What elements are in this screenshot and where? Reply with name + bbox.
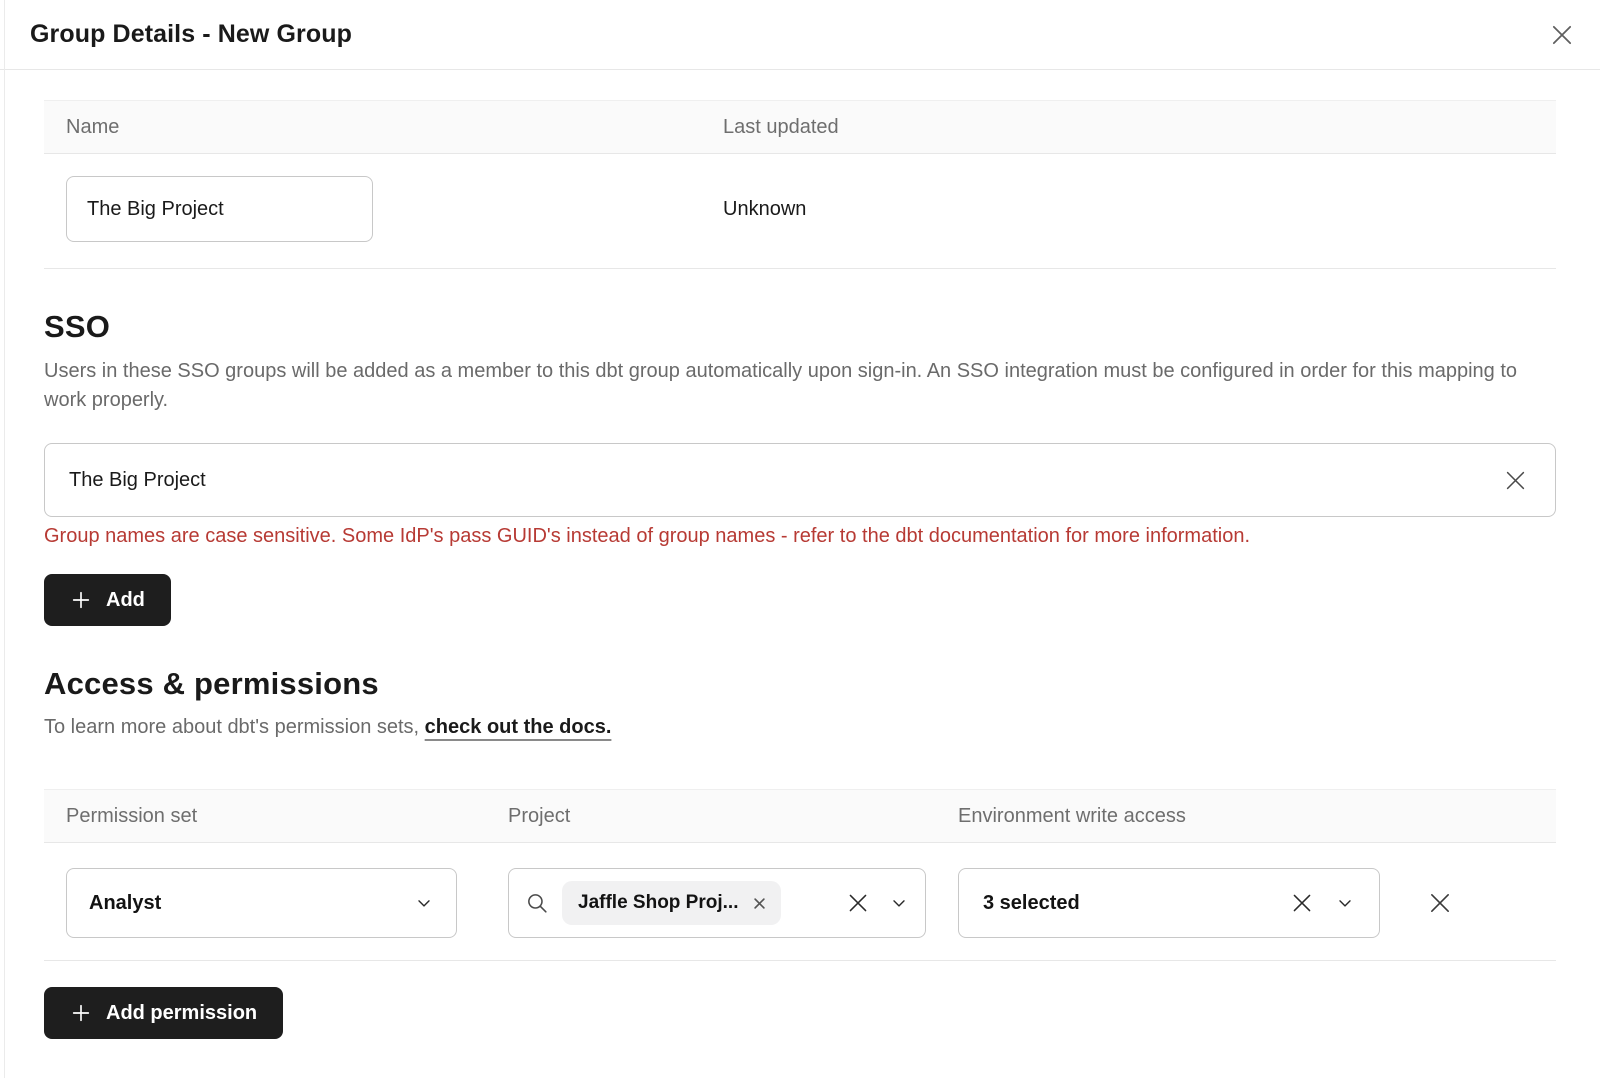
- group-details-modal: Group Details - New Group Name Last upda…: [0, 0, 1600, 1078]
- environment-write-access-value: 3 selected: [983, 892, 1080, 915]
- permissions-description: To learn more about dbt's permission set…: [44, 716, 1556, 739]
- modal-header: Group Details - New Group: [0, 0, 1600, 70]
- add-permission-button-label: Add permission: [106, 1002, 257, 1025]
- project-multiselect[interactable]: Jaffle Shop Proj...: [508, 868, 926, 938]
- last-updated-value: Unknown: [723, 198, 1534, 221]
- section-heading-sso: SSO: [44, 309, 1556, 345]
- modal-content: Name Last updated Unknown SSO Users in t…: [0, 100, 1600, 1039]
- modal-left-border: [4, 0, 5, 1078]
- docs-link[interactable]: check out the docs.: [425, 716, 612, 738]
- group-table-header: Name Last updated: [44, 100, 1556, 154]
- sso-warning-text: Group names are case sensitive. Some IdP…: [44, 525, 1556, 548]
- column-header-last-updated: Last updated: [723, 116, 1534, 139]
- section-heading-access-permissions: Access & permissions: [44, 666, 1556, 702]
- permissions-description-prefix: To learn more about dbt's permission set…: [44, 716, 425, 738]
- add-permission-button[interactable]: Add permission: [44, 987, 283, 1039]
- chevron-down-icon: [1335, 893, 1355, 913]
- permissions-table-header: Permission set Project Environment write…: [44, 789, 1556, 843]
- group-info-table: Name Last updated Unknown: [44, 100, 1556, 269]
- clear-environment-button[interactable]: [1289, 890, 1315, 916]
- permission-set-select[interactable]: Analyst: [66, 868, 457, 938]
- plus-icon: [70, 589, 92, 611]
- chevron-down-icon: [889, 893, 909, 913]
- add-sso-group-button[interactable]: Add: [44, 574, 171, 626]
- table-row: Unknown: [44, 154, 1556, 269]
- close-icon: [1426, 889, 1454, 917]
- environment-write-access-select[interactable]: 3 selected: [958, 868, 1380, 938]
- clear-sso-input-button[interactable]: [1502, 467, 1529, 494]
- project-tag: Jaffle Shop Proj...: [562, 881, 781, 925]
- clear-icon: [1502, 467, 1529, 494]
- clear-project-button[interactable]: [845, 890, 871, 916]
- permission-row: Analyst: [44, 843, 1556, 961]
- close-button[interactable]: [1548, 21, 1576, 49]
- page-title: Group Details - New Group: [30, 20, 352, 49]
- permissions-table: Permission set Project Environment write…: [44, 789, 1556, 961]
- permission-set-value: Analyst: [89, 892, 161, 915]
- column-header-environment-write-access: Environment write access: [958, 805, 1534, 828]
- remove-permission-button[interactable]: [1426, 889, 1454, 917]
- column-header-project: Project: [508, 805, 958, 828]
- sso-group-input[interactable]: [44, 443, 1556, 517]
- project-tag-label: Jaffle Shop Proj...: [578, 892, 738, 914]
- sso-group-name-field[interactable]: [69, 469, 1502, 492]
- column-header-permission-set: Permission set: [66, 805, 508, 828]
- group-name-input[interactable]: [66, 176, 373, 242]
- remove-tag-icon: [752, 896, 767, 911]
- search-icon: [525, 891, 550, 916]
- chevron-down-icon: [414, 893, 434, 913]
- column-header-name: Name: [66, 116, 723, 139]
- close-icon: [1548, 21, 1576, 49]
- add-button-label: Add: [106, 589, 145, 612]
- clear-icon: [845, 890, 871, 916]
- remove-project-tag-button[interactable]: [752, 896, 767, 911]
- clear-icon: [1289, 890, 1315, 916]
- sso-description: Users in these SSO groups will be added …: [44, 357, 1524, 415]
- plus-icon: [70, 1002, 92, 1024]
